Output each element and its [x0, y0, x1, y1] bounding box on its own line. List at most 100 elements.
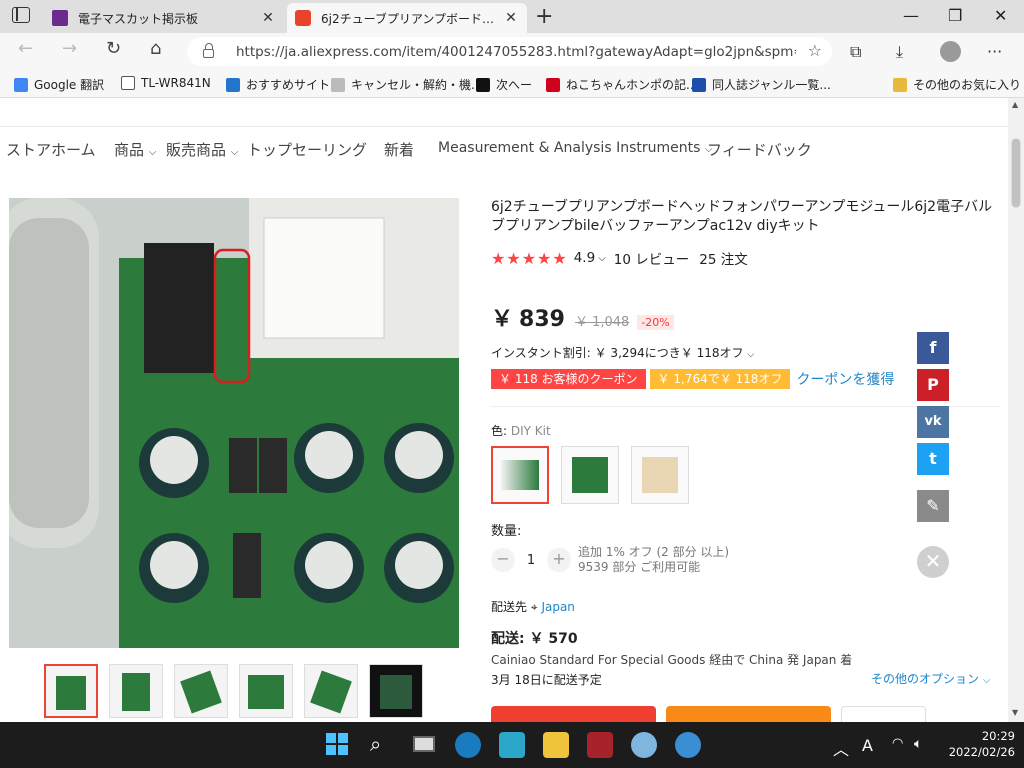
- thumbnail[interactable]: [44, 664, 98, 718]
- order-count: 25 注文: [699, 252, 748, 268]
- pinterest-icon[interactable]: P: [917, 369, 949, 401]
- tab-actions-icon[interactable]: [12, 7, 30, 23]
- scroll-thumb[interactable]: [1011, 138, 1021, 208]
- twitter-icon[interactable]: t: [917, 443, 949, 475]
- bookmark-other-favorites[interactable]: その他のお気に入り: [893, 76, 1021, 93]
- chevron-down-icon[interactable]: ⌵: [598, 253, 606, 264]
- current-price: 839: [519, 307, 565, 332]
- bookmark-recommended[interactable]: おすすめサイト: [226, 76, 330, 93]
- variant-option[interactable]: [491, 446, 549, 504]
- color-label: 色: DIY Kit: [491, 424, 551, 438]
- downloads-icon[interactable]: ⤓: [896, 42, 903, 62]
- lock-icon[interactable]: [203, 43, 214, 58]
- wifi-icon[interactable]: ◠: [892, 736, 903, 751]
- nav-measurement[interactable]: Measurement & Analysis Instruments ⌵: [438, 140, 712, 156]
- review-count[interactable]: 10 レビュー: [614, 248, 689, 268]
- home-button[interactable]: ⌂: [150, 38, 161, 59]
- tab-inactive[interactable]: 電子マスカット掲示板 ✕: [44, 3, 284, 33]
- thumbnail[interactable]: [109, 664, 163, 718]
- add-to-cart-button[interactable]: [666, 706, 831, 722]
- bookmark-cancel[interactable]: キャンセル・解約・機...: [331, 76, 482, 93]
- taskbar: ⌕ ︿ A ◠ 🔈︎ 20:29 2022/02/26: [0, 722, 1024, 768]
- nav-new[interactable]: 新着: [384, 139, 414, 160]
- minimize-button[interactable]: —: [903, 6, 919, 25]
- nav-feedback[interactable]: フィードバック: [707, 139, 812, 160]
- thumbnail[interactable]: [369, 664, 423, 718]
- restore-button[interactable]: ❐: [948, 6, 962, 25]
- start-icon[interactable]: [325, 732, 351, 758]
- network-app-icon[interactable]: [675, 732, 701, 758]
- file-explorer-icon[interactable]: [543, 732, 569, 758]
- back-button[interactable]: ←: [18, 38, 33, 59]
- variant-option[interactable]: [561, 446, 619, 504]
- buy-now-button[interactable]: [491, 706, 656, 722]
- scroll-down-icon[interactable]: ▼: [1012, 708, 1018, 717]
- s-icon: [692, 77, 706, 92]
- shipping-method: Cainiao Standard For Special Goods 経由で C…: [491, 653, 853, 667]
- more-shipping-options[interactable]: その他のオプション ⌵: [871, 670, 990, 687]
- original-price: ￥ 1,048: [574, 315, 630, 330]
- wishlist-button[interactable]: [841, 706, 926, 722]
- shipping-cost: 配送: ￥ 570: [491, 631, 578, 647]
- scroll-up-icon[interactable]: ▲: [1012, 100, 1018, 109]
- decrease-quantity-button[interactable]: −: [491, 548, 515, 572]
- tab-active[interactable]: 6j2チューブプリアンプボードヘッドフォン ✕: [287, 3, 527, 33]
- chevron-down-icon: ⌵: [148, 147, 157, 158]
- more-menu-icon[interactable]: ···: [987, 42, 1002, 61]
- bookmark-tl-wr841n[interactable]: TL-WR841N: [121, 76, 211, 90]
- get-coupon-link[interactable]: クーポンを獲得: [796, 369, 894, 389]
- instant-discount[interactable]: インスタント割引: ￥ 3,294につき￥ 118オフ ⌵: [491, 344, 754, 361]
- bookmark-google-translate[interactable]: Google 翻訳: [14, 76, 104, 93]
- coupon-badge[interactable]: ￥ 1,764で￥ 118オフ: [649, 369, 791, 389]
- location-pin-icon: ⌖: [530, 600, 538, 614]
- address-bar[interactable]: https://ja.aliexpress.com/item/400124705…: [187, 37, 832, 66]
- favorite-star-icon[interactable]: ☆: [808, 41, 822, 60]
- ime-icon[interactable]: A: [862, 736, 873, 755]
- product-main-image[interactable]: [9, 198, 459, 648]
- clock[interactable]: 20:29 2022/02/26: [945, 728, 1015, 760]
- close-share-icon[interactable]: ✕: [917, 546, 949, 578]
- variant-option[interactable]: [631, 446, 689, 504]
- volume-icon[interactable]: 🔈︎: [914, 736, 922, 752]
- close-tab-icon[interactable]: ✕: [503, 10, 519, 26]
- nav-store-home[interactable]: ストアホーム: [6, 139, 96, 160]
- quantity-value[interactable]: 1: [515, 553, 547, 568]
- thumbnail[interactable]: [174, 664, 228, 718]
- bookmark-neko[interactable]: ねこちゃんホンポの記...: [546, 76, 697, 93]
- rating-value[interactable]: 4.9: [574, 250, 595, 266]
- chevron-up-icon[interactable]: ︿: [833, 736, 849, 760]
- coupon-row: ￥ 118 お客様のクーポン ￥ 1,764で￥ 118オフ クーポンを獲得: [491, 369, 894, 389]
- task-view-icon[interactable]: [413, 732, 439, 758]
- page-icon: [121, 76, 135, 90]
- forward-button[interactable]: →: [62, 38, 77, 59]
- thumbnail[interactable]: [304, 664, 358, 718]
- refresh-button[interactable]: ↻: [106, 38, 121, 59]
- media-player-icon[interactable]: [631, 732, 657, 758]
- folder-icon: [893, 77, 907, 92]
- thumbnail[interactable]: [239, 664, 293, 718]
- close-tab-icon[interactable]: ✕: [260, 10, 276, 26]
- bookmark-amazon[interactable]: 次へー: [476, 76, 532, 93]
- music-app-icon[interactable]: [499, 732, 525, 758]
- delivery-date: 3月 18日に配送予定: [491, 673, 602, 687]
- page-scrollbar[interactable]: ▲ ▼: [1008, 98, 1024, 722]
- train-app-icon[interactable]: [587, 732, 613, 758]
- destination-country[interactable]: Japan: [541, 600, 574, 614]
- close-window-button[interactable]: ✕: [994, 6, 1007, 25]
- search-icon[interactable]: ⌕: [370, 732, 396, 758]
- edit-icon[interactable]: ✎: [917, 490, 949, 522]
- nav-products[interactable]: 商品 ⌵: [114, 139, 156, 160]
- nav-top-selling[interactable]: トップセーリング: [247, 139, 367, 160]
- increase-quantity-button[interactable]: +: [547, 548, 571, 572]
- url-text[interactable]: https://ja.aliexpress.com/item/400124705…: [236, 44, 796, 60]
- coupon-badge[interactable]: ￥ 118 お客様のクーポン: [491, 369, 646, 389]
- bookmark-doujin[interactable]: 同人誌ジャンル一覧...: [692, 76, 831, 93]
- profile-avatar[interactable]: [940, 41, 961, 62]
- new-tab-button[interactable]: +: [535, 4, 553, 29]
- facebook-icon[interactable]: f: [917, 332, 949, 364]
- vk-icon[interactable]: vk: [917, 406, 949, 438]
- nav-sale-items[interactable]: 販売商品 ⌵: [166, 139, 238, 160]
- collections-icon[interactable]: ⧉: [850, 42, 861, 62]
- chevron-down-icon: ⌵: [982, 675, 991, 686]
- edge-icon[interactable]: [455, 732, 481, 758]
